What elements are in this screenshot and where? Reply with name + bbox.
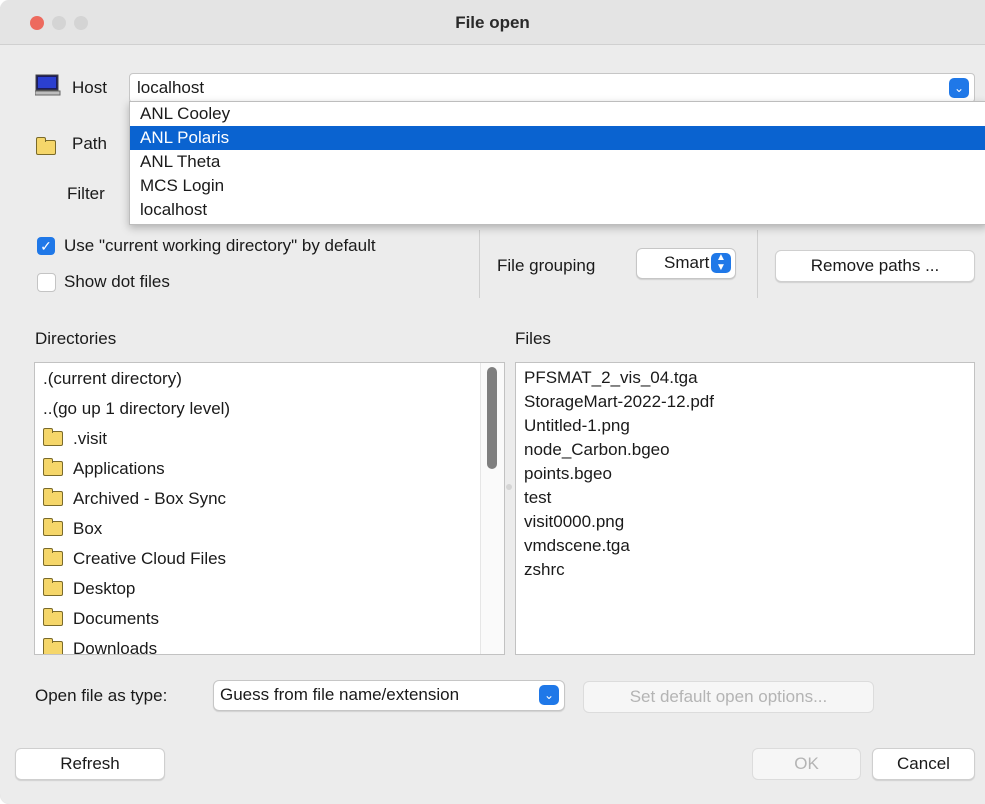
list-item[interactable]: .visit — [35, 424, 504, 454]
folder-icon — [43, 608, 63, 627]
scrollbar-thumb[interactable] — [487, 367, 497, 469]
list-item[interactable]: Downloads — [35, 634, 504, 655]
list-item[interactable]: zshrc — [516, 558, 974, 582]
list-item[interactable]: Archived - Box Sync — [35, 484, 504, 514]
file-grouping-select[interactable]: Smart ▲ ▼ — [636, 248, 736, 279]
host-combo[interactable]: localhost ⌄ — [129, 73, 975, 103]
list-item-label: Downloads — [73, 639, 158, 655]
host-option[interactable]: localhost — [130, 198, 985, 222]
list-item[interactable]: visit0000.png — [516, 510, 974, 534]
folder-icon — [43, 488, 63, 507]
list-item-label: .(current directory) — [43, 369, 182, 388]
use-cwd-checkbox[interactable]: ✓ — [37, 237, 55, 255]
scrollbar-track[interactable] — [480, 363, 504, 654]
set-default-open-options-button[interactable]: Set default open options... — [583, 681, 874, 713]
list-item[interactable]: PFSMAT_2_vis_04.tga — [516, 366, 974, 390]
window-title: File open — [455, 13, 530, 32]
folder-icon — [43, 518, 63, 537]
chevron-down-icon[interactable]: ⌄ — [539, 685, 559, 705]
host-option-selected[interactable]: ANL Polaris — [130, 126, 985, 150]
folder-icon — [36, 137, 56, 155]
open-as-type-value: Guess from file name/extension — [220, 685, 460, 704]
open-as-type-select[interactable]: Guess from file name/extension ⌄ — [213, 680, 565, 711]
list-item-label: ..(go up 1 directory level) — [43, 399, 231, 418]
folder-icon — [43, 458, 63, 477]
show-dot-files-label: Show dot files — [64, 272, 170, 291]
title-bar: File open — [0, 0, 985, 45]
list-item-label: Box — [73, 519, 103, 538]
list-item[interactable]: Documents — [35, 604, 504, 634]
directories-list[interactable]: .(current directory) ..(go up 1 director… — [34, 362, 505, 655]
list-item[interactable]: Desktop — [35, 574, 504, 604]
folder-icon — [43, 548, 63, 567]
list-item-label: Archived - Box Sync — [73, 489, 227, 508]
refresh-button[interactable]: Refresh — [15, 748, 165, 780]
computer-icon — [34, 74, 61, 96]
list-item-label: Creative Cloud Files — [73, 549, 227, 568]
list-item-label: Desktop — [73, 579, 136, 598]
list-item[interactable]: test — [516, 486, 974, 510]
list-item[interactable]: ..(go up 1 directory level) — [35, 394, 504, 424]
file-grouping-value: Smart — [664, 253, 710, 272]
list-item-label: Applications — [73, 459, 165, 478]
host-option[interactable]: ANL Cooley — [130, 102, 985, 126]
directories-header: Directories — [35, 329, 117, 348]
folder-icon — [43, 578, 63, 597]
list-item[interactable]: Applications — [35, 454, 504, 484]
host-option[interactable]: MCS Login — [130, 174, 985, 198]
list-item[interactable]: StorageMart-2022-12.pdf — [516, 390, 974, 414]
show-dot-files-checkbox[interactable] — [37, 273, 56, 292]
list-item[interactable]: Creative Cloud Files — [35, 544, 504, 574]
file-open-dialog: File open Host localhost ⌄ Path Filter A… — [0, 0, 985, 804]
list-item[interactable]: vmdscene.tga — [516, 534, 974, 558]
list-item[interactable]: node_Carbon.bgeo — [516, 438, 974, 462]
ok-button[interactable]: OK — [752, 748, 861, 780]
host-dropdown-list: ANL Cooley ANL Polaris ANL Theta MCS Log… — [129, 101, 985, 225]
host-option[interactable]: ANL Theta — [130, 150, 985, 174]
host-label: Host — [72, 78, 107, 97]
list-item[interactable]: points.bgeo — [516, 462, 974, 486]
folder-icon — [43, 638, 63, 654]
stepper-updown-icon[interactable]: ▲ ▼ — [711, 253, 731, 273]
divider — [479, 230, 480, 298]
chevron-down-icon[interactable]: ⌄ — [949, 78, 969, 98]
list-item-label: .visit — [73, 429, 107, 448]
divider — [757, 230, 758, 298]
path-label: Path — [72, 134, 107, 153]
folder-icon — [43, 428, 63, 447]
filter-label: Filter — [67, 184, 105, 203]
open-as-type-label: Open file as type: — [35, 686, 168, 705]
splitter-handle[interactable] — [506, 484, 512, 490]
files-list[interactable]: PFSMAT_2_vis_04.tga StorageMart-2022-12.… — [515, 362, 975, 655]
list-item-label: Documents — [73, 609, 159, 628]
list-item[interactable]: Box — [35, 514, 504, 544]
remove-paths-button[interactable]: Remove paths ... — [775, 250, 975, 282]
host-value: localhost — [137, 78, 205, 97]
file-grouping-label: File grouping — [497, 256, 596, 275]
files-header: Files — [515, 329, 551, 348]
use-cwd-label: Use "current working directory" by defau… — [64, 236, 376, 255]
list-item[interactable]: Untitled-1.png — [516, 414, 974, 438]
cancel-button[interactable]: Cancel — [872, 748, 975, 780]
list-item[interactable]: .(current directory) — [35, 364, 504, 394]
